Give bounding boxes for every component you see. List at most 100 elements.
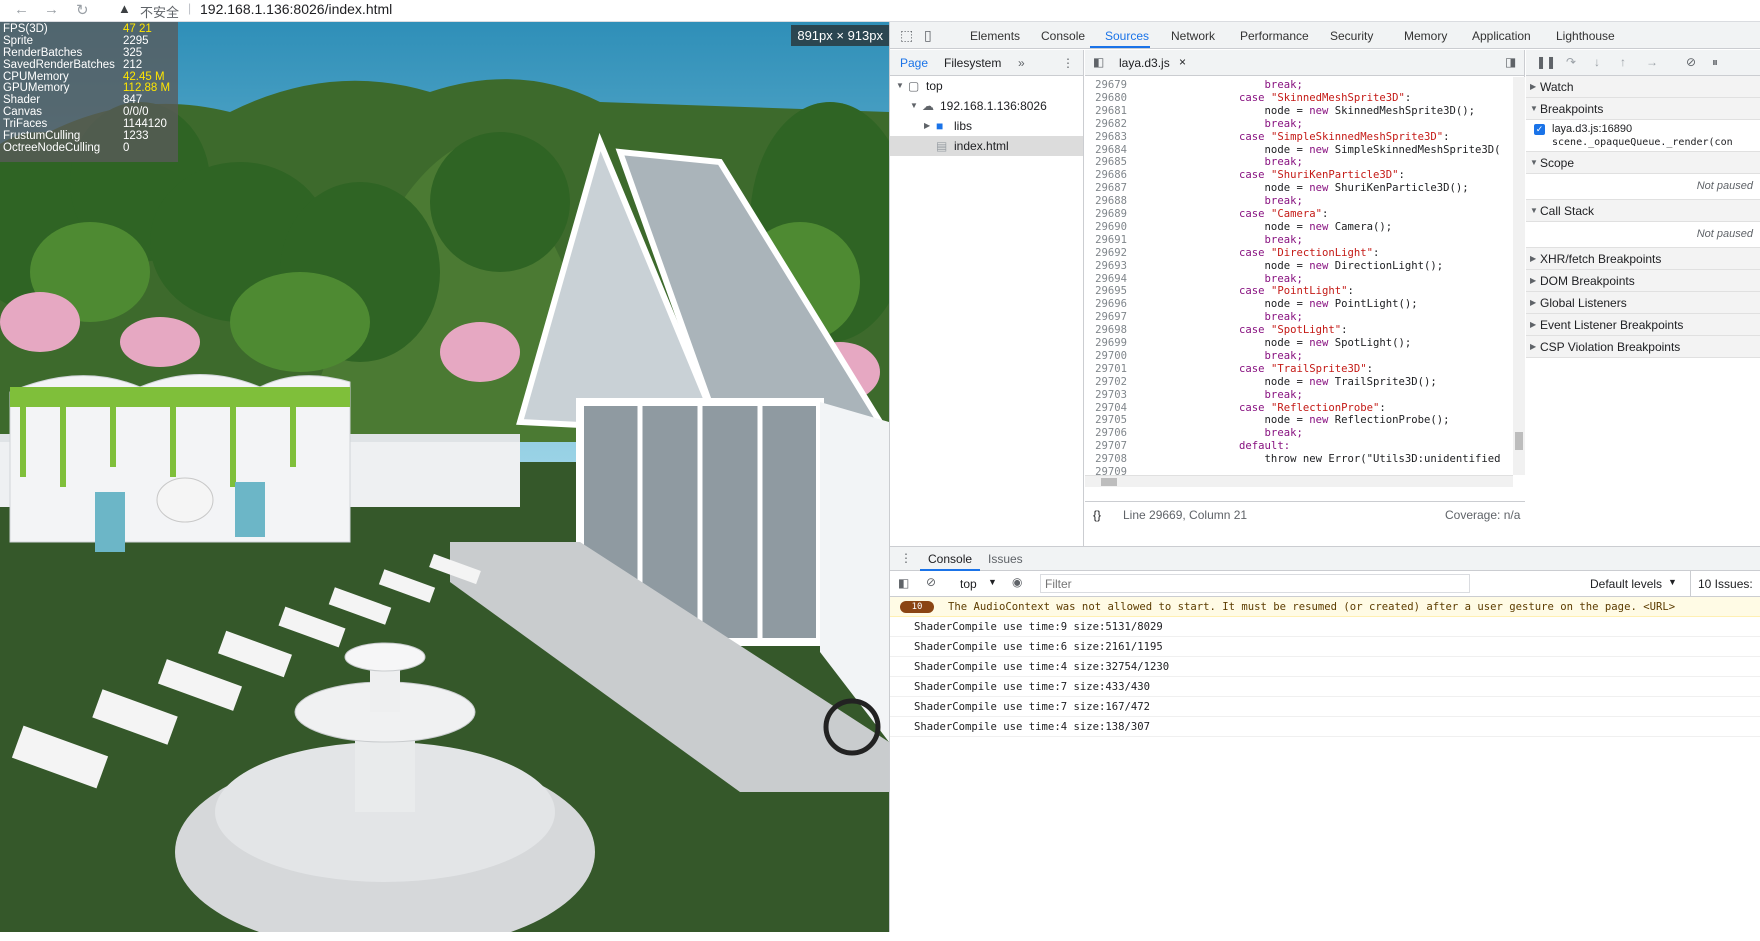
tab-memory[interactable]: Memory bbox=[1404, 29, 1447, 43]
code-line[interactable]: break; bbox=[1137, 234, 1303, 246]
line-number[interactable]: 29698 bbox=[1085, 324, 1127, 336]
section-call-stack[interactable]: ▼ Call Stack bbox=[1526, 200, 1760, 222]
toggle-debugger-icon[interactable]: ◨ bbox=[1505, 55, 1516, 69]
section-global-listeners[interactable]: ▶ Global Listeners bbox=[1526, 292, 1760, 314]
line-number[interactable]: 29680 bbox=[1085, 92, 1127, 104]
console-filter-input[interactable] bbox=[1040, 574, 1470, 593]
line-number[interactable]: 29704 bbox=[1085, 402, 1127, 414]
close-tab-icon[interactable]: × bbox=[1179, 55, 1186, 69]
section-event-listener-breakpoints[interactable]: ▶ Event Listener Breakpoints bbox=[1526, 314, 1760, 336]
section-scope[interactable]: ▼ Scope bbox=[1526, 152, 1760, 174]
device-toolbar-icon[interactable]: ▯ bbox=[924, 27, 932, 44]
line-number[interactable]: 29681 bbox=[1085, 105, 1127, 117]
drawer-menu-icon[interactable]: ⋮ bbox=[900, 551, 912, 565]
game-canvas[interactable]: FPS(3D) 47 21 Sprite 2295 RenderBatches 325 Sa… bbox=[0, 22, 889, 932]
navigator-menu-icon[interactable]: ⋮ bbox=[1062, 56, 1074, 70]
issues-counter[interactable]: 10 Issues: bbox=[1698, 577, 1753, 591]
breakpoint-entry[interactable]: ✓ laya.d3.js:16890 scene._opaqueQueue._ren… bbox=[1526, 120, 1760, 152]
code-line[interactable]: break; bbox=[1137, 118, 1303, 130]
console-log-line[interactable]: ShaderCompile use time:9 size:5131/8029 bbox=[890, 617, 1760, 637]
navigator-tab-filesystem[interactable]: Filesystem bbox=[944, 56, 1001, 70]
pause-icon[interactable]: ❚❚ bbox=[1536, 55, 1556, 69]
console-log-line[interactable]: ShaderCompile use time:7 size:433/430 bbox=[890, 677, 1760, 697]
tree-item[interactable]: ▼ ☁ 192.168.1.136:8026 bbox=[890, 96, 1083, 116]
line-number[interactable]: 29697 bbox=[1085, 311, 1127, 323]
code-line[interactable]: node = new ReflectionProbe(); bbox=[1137, 414, 1450, 426]
section-xhr-fetch-breakpoints[interactable]: ▶ XHR/fetch Breakpoints bbox=[1526, 248, 1760, 270]
code-line[interactable]: throw new Error("Utils3D:unidentified bbox=[1137, 453, 1501, 465]
back-icon[interactable]: ← bbox=[14, 1, 29, 18]
code-line[interactable]: break; bbox=[1137, 195, 1303, 207]
tab-security[interactable]: Security bbox=[1330, 29, 1373, 43]
console-log-line[interactable]: ShaderCompile use time:6 size:2161/1195 bbox=[890, 637, 1760, 657]
code-line[interactable]: case "ShuriKenParticle3D": bbox=[1137, 169, 1405, 181]
line-number[interactable]: 29701 bbox=[1085, 363, 1127, 375]
pause-on-exceptions-icon[interactable]: ⏸ bbox=[1712, 55, 1718, 70]
drawer-tab-console[interactable]: Console bbox=[928, 552, 972, 566]
file-tab-laya-d3[interactable]: laya.d3.js bbox=[1119, 56, 1170, 70]
section-watch[interactable]: ▶ Watch bbox=[1526, 76, 1760, 98]
code-line[interactable]: case "ReflectionProbe": bbox=[1137, 402, 1386, 414]
section-dom-breakpoints[interactable]: ▶ DOM Breakpoints bbox=[1526, 270, 1760, 292]
line-number[interactable]: 29705 bbox=[1085, 414, 1127, 426]
step-over-icon[interactable]: ↷ bbox=[1566, 55, 1576, 69]
tab-sources[interactable]: Sources bbox=[1105, 29, 1149, 43]
tab-console[interactable]: Console bbox=[1041, 29, 1085, 43]
code-line[interactable]: node = new Camera(); bbox=[1137, 221, 1393, 233]
breakpoint-checkbox[interactable]: ✓ bbox=[1534, 124, 1545, 135]
clear-console-icon[interactable]: ⊘ bbox=[926, 575, 936, 589]
code-line[interactable]: break; bbox=[1137, 350, 1303, 362]
reload-icon[interactable]: ↻ bbox=[76, 1, 89, 19]
code-line[interactable]: node = new SpotLight(); bbox=[1137, 337, 1412, 349]
deactivate-breakpoints-icon[interactable]: ⊘ bbox=[1686, 55, 1696, 69]
context-dropdown-icon[interactable]: ▼ bbox=[988, 577, 997, 587]
code-line[interactable]: node = new TrailSprite3D(); bbox=[1137, 376, 1437, 388]
expanded-arrow-icon[interactable]: ▼ bbox=[910, 96, 918, 116]
line-number[interactable]: 29689 bbox=[1085, 208, 1127, 220]
code-line[interactable]: case "DirectionLight": bbox=[1137, 247, 1379, 259]
tab-lighthouse[interactable]: Lighthouse bbox=[1556, 29, 1615, 43]
console-log-line[interactable]: ShaderCompile use time:7 size:167/472 bbox=[890, 697, 1760, 717]
line-number[interactable]: 29679 bbox=[1085, 79, 1127, 91]
code-line[interactable]: node = new ShuriKenParticle3D(); bbox=[1137, 182, 1469, 194]
line-number[interactable]: 29682 bbox=[1085, 118, 1127, 130]
line-number[interactable]: 29693 bbox=[1085, 260, 1127, 272]
console-sidebar-icon[interactable]: ◧ bbox=[898, 576, 909, 590]
code-line[interactable]: default: bbox=[1137, 440, 1290, 452]
code-line[interactable]: break; bbox=[1137, 311, 1303, 323]
pretty-print-icon[interactable]: {} bbox=[1093, 508, 1101, 522]
line-number[interactable]: 29686 bbox=[1085, 169, 1127, 181]
code-line[interactable]: case "Camera": bbox=[1137, 208, 1328, 220]
levels-dropdown-icon[interactable]: ▼ bbox=[1668, 577, 1677, 587]
forward-icon[interactable]: → bbox=[44, 1, 59, 18]
tree-item[interactable]: ▼ ▢ top bbox=[890, 76, 1083, 96]
line-number[interactable]: 29695 bbox=[1085, 285, 1127, 297]
code-line[interactable]: case "TrailSprite3D": bbox=[1137, 363, 1373, 375]
line-number[interactable]: 29703 bbox=[1085, 389, 1127, 401]
code-line[interactable]: case "SimpleSkinnedMeshSprite3D": bbox=[1137, 131, 1450, 143]
security-label[interactable]: 不安全 bbox=[140, 2, 179, 21]
tab-elements[interactable]: Elements bbox=[970, 29, 1020, 43]
tab-network[interactable]: Network bbox=[1171, 29, 1215, 43]
code-line[interactable]: break; bbox=[1137, 427, 1303, 439]
line-number[interactable]: 29708 bbox=[1085, 453, 1127, 465]
console-warning[interactable]: 10 The AudioContext was not allowed to s… bbox=[890, 597, 1760, 617]
code-line[interactable]: node = new SkinnedMeshSprite3D(); bbox=[1137, 105, 1476, 117]
code-line[interactable]: break; bbox=[1137, 273, 1303, 285]
line-number[interactable]: 29688 bbox=[1085, 195, 1127, 207]
code-view[interactable]: 29679 break; 29680 case "SkinnedMeshSprit… bbox=[1085, 77, 1525, 501]
expanded-arrow-icon[interactable]: ▼ bbox=[896, 76, 904, 96]
log-levels-dropdown[interactable]: Default levels bbox=[1590, 577, 1662, 591]
section-breakpoints[interactable]: ▼ Breakpoints bbox=[1526, 98, 1760, 120]
more-tabs-icon[interactable]: » bbox=[1018, 56, 1025, 70]
collapsed-arrow-icon[interactable]: ▶ bbox=[924, 116, 930, 136]
line-number[interactable]: 29699 bbox=[1085, 337, 1127, 349]
line-number[interactable]: 29706 bbox=[1085, 427, 1127, 439]
warning-icon[interactable]: ▲ bbox=[118, 1, 131, 16]
navigator-tab-page[interactable]: Page bbox=[900, 56, 928, 70]
tab-performance[interactable]: Performance bbox=[1240, 29, 1309, 43]
line-number[interactable]: 29690 bbox=[1085, 221, 1127, 233]
code-line[interactable]: break; bbox=[1137, 156, 1303, 168]
tab-application[interactable]: Application bbox=[1472, 29, 1531, 43]
code-line[interactable]: node = new DirectionLight(); bbox=[1137, 260, 1444, 272]
